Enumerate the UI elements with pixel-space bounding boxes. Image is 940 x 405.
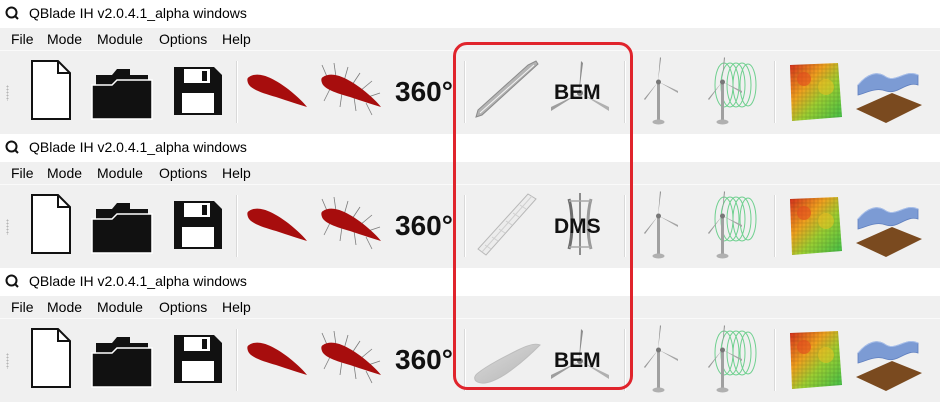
polar-360-label: 360°	[395, 344, 453, 375]
toolbar-separator	[774, 195, 775, 257]
polar-mesh-icon[interactable]	[318, 189, 384, 263]
polar-360-icon[interactable]: 360°	[392, 55, 458, 129]
title-bar: QBlade IH v2.0.4.1_alpha windows	[0, 134, 940, 162]
polar-360-label: 360°	[395, 76, 453, 107]
toolbar-separator	[624, 195, 625, 257]
menu-help[interactable]: Help	[222, 299, 251, 315]
module-label: BEM	[554, 349, 601, 372]
new-file-icon[interactable]	[28, 323, 74, 397]
menu-help[interactable]: Help	[222, 31, 251, 47]
toolbar-separator	[464, 195, 465, 257]
polar-360-icon[interactable]: 360°	[392, 189, 458, 263]
qblade-window: QBlade IH v2.0.4.1_alpha windows File Mod…	[0, 268, 940, 402]
menu-file[interactable]: File	[11, 165, 34, 181]
menu-bar: File Mode Module Options Help	[0, 162, 940, 184]
polar-mesh-icon[interactable]	[318, 55, 384, 129]
turbine-wake-icon[interactable]	[702, 189, 762, 263]
toolbar-separator	[464, 329, 465, 391]
module-label: BEM	[554, 81, 601, 104]
turbine-icon[interactable]	[638, 323, 698, 397]
open-folder-icon[interactable]	[90, 189, 156, 263]
turbine-icon[interactable]	[638, 189, 698, 263]
airfoil-icon[interactable]	[244, 189, 310, 263]
module-label: DMS	[554, 215, 601, 238]
menu-options[interactable]: Options	[159, 31, 207, 47]
turbine-wake-icon[interactable]	[702, 323, 762, 397]
toolbar-separator	[236, 61, 237, 123]
menu-options[interactable]: Options	[159, 299, 207, 315]
module-simulation-icon[interactable]: BEM	[545, 323, 615, 397]
airfoil-icon[interactable]	[244, 323, 310, 397]
wind-field-icon[interactable]	[786, 195, 846, 269]
qblade-app-icon	[5, 6, 19, 20]
turbine-wake-icon[interactable]	[702, 55, 762, 129]
window-title: QBlade IH v2.0.4.1_alpha windows	[29, 5, 247, 21]
main-toolbar: 360° BEM	[0, 318, 940, 402]
wind-field-icon[interactable]	[786, 329, 846, 403]
save-icon[interactable]	[170, 189, 226, 263]
menu-bar: File Mode Module Options Help	[0, 28, 940, 50]
toolbar-grip[interactable]	[6, 85, 9, 101]
qblade-window: QBlade IH v2.0.4.1_alpha windows File Mod…	[0, 134, 940, 268]
toolbar-separator	[464, 61, 465, 123]
toolbar-separator	[624, 329, 625, 391]
menu-file[interactable]: File	[11, 31, 34, 47]
main-toolbar: 360° BEM	[0, 50, 940, 134]
toolbar-separator	[774, 61, 775, 123]
toolbar-grip[interactable]	[6, 219, 9, 235]
open-folder-icon[interactable]	[90, 323, 156, 397]
qblade-app-icon	[5, 274, 19, 288]
toolbar-separator	[624, 61, 625, 123]
terrain-surface-icon[interactable]	[852, 63, 924, 137]
menu-mode[interactable]: Mode	[47, 165, 82, 181]
qblade-window: QBlade IH v2.0.4.1_alpha windows File Mod…	[0, 0, 940, 134]
window-title: QBlade IH v2.0.4.1_alpha windows	[29, 139, 247, 155]
blade-design-icon[interactable]	[470, 189, 544, 263]
title-bar: QBlade IH v2.0.4.1_alpha windows	[0, 268, 940, 296]
polar-mesh-icon[interactable]	[318, 323, 384, 397]
menu-mode[interactable]: Mode	[47, 31, 82, 47]
window-title: QBlade IH v2.0.4.1_alpha windows	[29, 273, 247, 289]
new-file-icon[interactable]	[28, 189, 74, 263]
polar-360-label: 360°	[395, 210, 453, 241]
polar-360-icon[interactable]: 360°	[392, 323, 458, 397]
module-simulation-icon[interactable]: DMS	[545, 189, 615, 263]
qblade-app-icon	[5, 140, 19, 154]
toolbar-separator	[774, 329, 775, 391]
menu-module[interactable]: Module	[97, 31, 143, 47]
menu-mode[interactable]: Mode	[47, 299, 82, 315]
menu-file[interactable]: File	[11, 299, 34, 315]
save-icon[interactable]	[170, 323, 226, 397]
new-file-icon[interactable]	[28, 55, 74, 129]
save-icon[interactable]	[170, 55, 226, 129]
menu-module[interactable]: Module	[97, 165, 143, 181]
main-toolbar: 360° DMS	[0, 184, 940, 268]
module-simulation-icon[interactable]: BEM	[545, 55, 615, 129]
terrain-surface-icon[interactable]	[852, 197, 924, 271]
toolbar-grip[interactable]	[6, 353, 9, 369]
title-bar: QBlade IH v2.0.4.1_alpha windows	[0, 0, 940, 28]
toolbar-separator	[236, 195, 237, 257]
terrain-surface-icon[interactable]	[852, 331, 924, 405]
menu-bar: File Mode Module Options Help	[0, 296, 940, 318]
blade-design-icon[interactable]	[470, 55, 544, 129]
menu-options[interactable]: Options	[159, 165, 207, 181]
wind-field-icon[interactable]	[786, 61, 846, 135]
toolbar-separator	[236, 329, 237, 391]
menu-help[interactable]: Help	[222, 165, 251, 181]
airfoil-icon[interactable]	[244, 55, 310, 129]
open-folder-icon[interactable]	[90, 55, 156, 129]
turbine-icon[interactable]	[638, 55, 698, 129]
menu-module[interactable]: Module	[97, 299, 143, 315]
blade-design-icon[interactable]	[470, 323, 544, 397]
